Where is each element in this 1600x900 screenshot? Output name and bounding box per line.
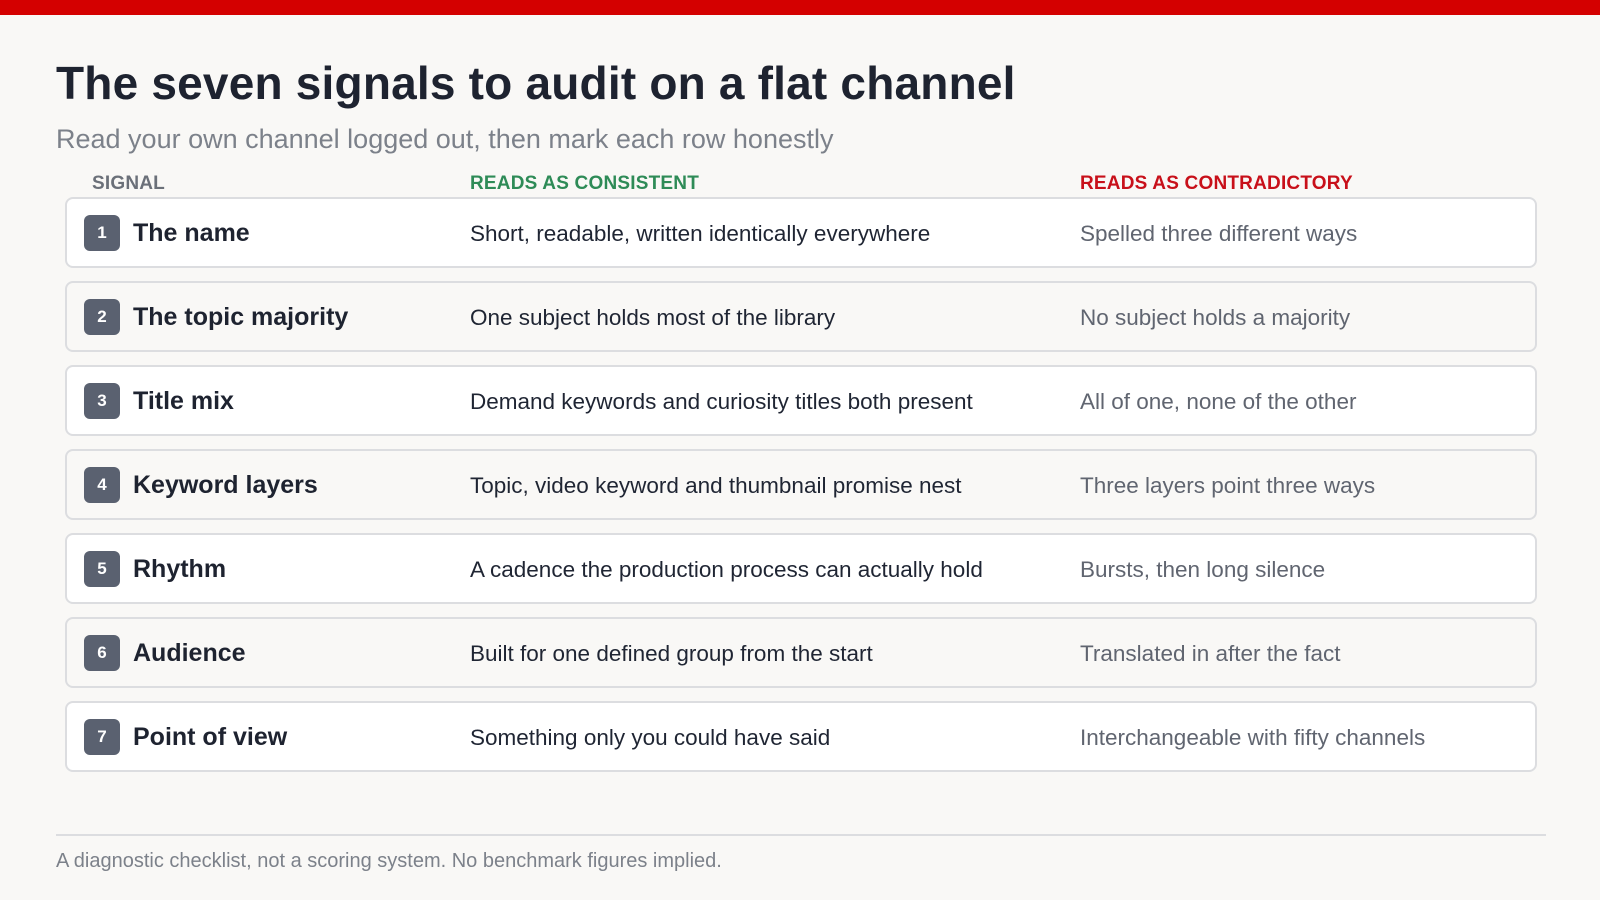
- contradictory-cell: Three layers point three ways: [1080, 473, 1376, 498]
- table-row-4: 4 Keyword layers Topic, video keyword an…: [65, 449, 1537, 520]
- column-header-consistent: READS AS CONSISTENT: [470, 173, 700, 194]
- page-subtitle: Read your own channel logged out, then m…: [56, 124, 834, 154]
- signal-table: 1 The name Short, readable, written iden…: [65, 197, 1537, 785]
- signal-name: Audience: [133, 639, 246, 667]
- contradictory-cell: Interchangeable with fifty channels: [1080, 725, 1426, 750]
- signal-name: Keyword layers: [133, 471, 318, 499]
- signal-name: The name: [133, 219, 250, 247]
- consistent-cell: Short, readable, written identically eve…: [470, 221, 931, 246]
- consistent-cell: Built for one defined group from the sta…: [470, 641, 873, 666]
- row-number-badge: 2: [84, 299, 120, 335]
- table-row-3: 3 Title mix Demand keywords and curiosit…: [65, 365, 1537, 436]
- row-number-badge: 6: [84, 635, 120, 671]
- page-title: The seven signals to audit on a flat cha…: [56, 57, 1016, 109]
- contradictory-cell: Translated in after the fact: [1080, 641, 1341, 666]
- top-accent-bar: [0, 0, 1600, 15]
- column-header-signal: SIGNAL: [92, 173, 165, 194]
- row-number-badge: 7: [84, 719, 120, 755]
- contradictory-cell: Bursts, then long silence: [1080, 557, 1326, 582]
- consistent-cell: Topic, video keyword and thumbnail promi…: [470, 473, 962, 498]
- row-number-badge: 4: [84, 467, 120, 503]
- table-row-1: 1 The name Short, readable, written iden…: [65, 197, 1537, 268]
- footer-divider: [56, 834, 1546, 836]
- row-number-badge: 3: [84, 383, 120, 419]
- table-row-5: 5 Rhythm A cadence the production proces…: [65, 533, 1537, 604]
- table-row-2: 2 The topic majority One subject holds m…: [65, 281, 1537, 352]
- signal-name: Title mix: [133, 387, 234, 415]
- table-row-6: 6 Audience Built for one defined group f…: [65, 617, 1537, 688]
- footnote: A diagnostic checklist, not a scoring sy…: [56, 850, 722, 872]
- contradictory-cell: Spelled three different ways: [1080, 221, 1358, 246]
- contradictory-cell: All of one, none of the other: [1080, 389, 1357, 414]
- row-number-badge: 1: [84, 215, 120, 251]
- table-row-7: 7 Point of view Something only you could…: [65, 701, 1537, 772]
- consistent-cell: A cadence the production process can act…: [470, 557, 983, 582]
- signal-name: The topic majority: [133, 303, 349, 331]
- consistent-cell: Demand keywords and curiosity titles bot…: [470, 389, 973, 414]
- signal-name: Point of view: [133, 723, 288, 751]
- row-number-badge: 5: [84, 551, 120, 587]
- column-header-contradictory: READS AS CONTRADICTORY: [1080, 173, 1353, 194]
- consistent-cell: One subject holds most of the library: [470, 305, 836, 330]
- consistent-cell: Something only you could have said: [470, 725, 831, 750]
- signal-name: Rhythm: [133, 555, 227, 583]
- contradictory-cell: No subject holds a majority: [1080, 305, 1351, 330]
